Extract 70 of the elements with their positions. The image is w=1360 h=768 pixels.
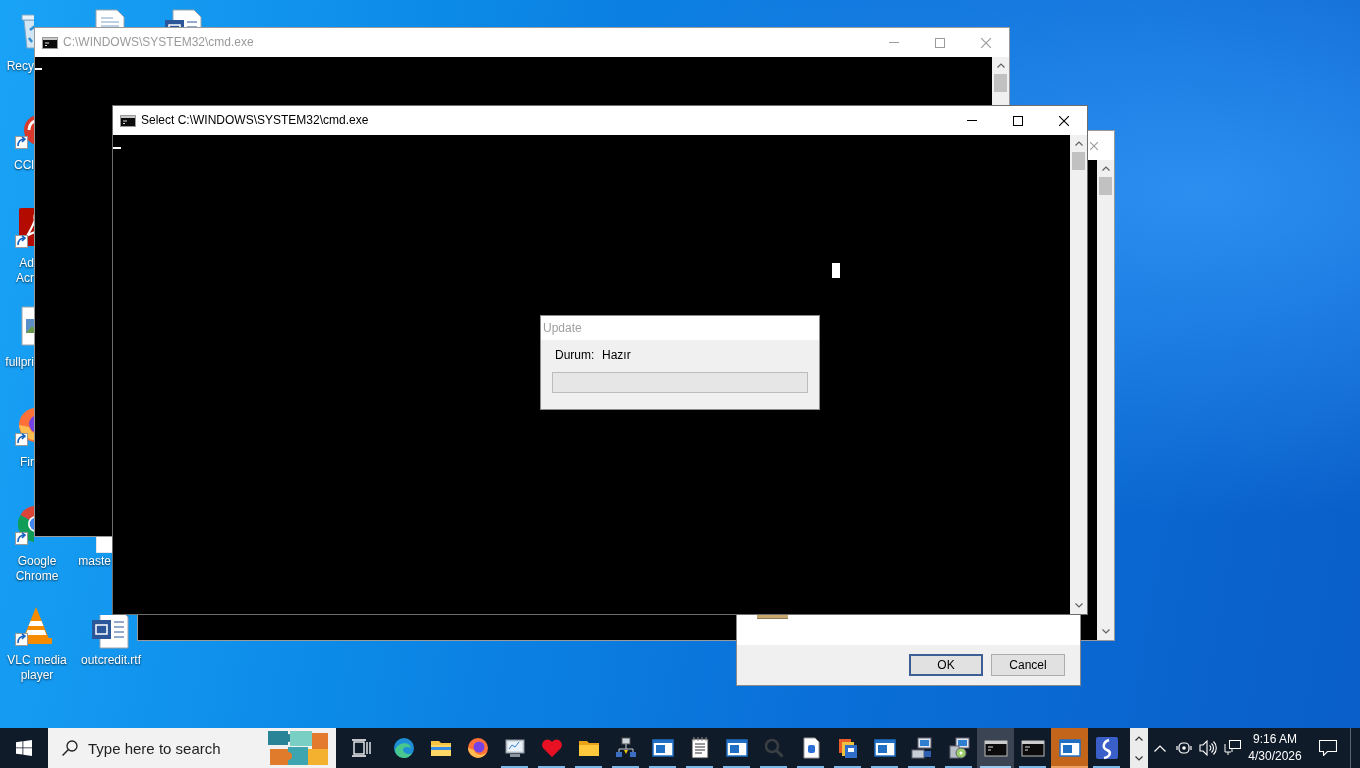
dialog-button[interactable]: Cancel	[991, 654, 1065, 676]
notification-icon	[1319, 740, 1337, 756]
maximize-icon	[1013, 115, 1023, 126]
scroll-bar[interactable]	[992, 57, 1009, 105]
scroll-thumb[interactable]	[1072, 152, 1085, 170]
monitor-chart-icon	[502, 736, 527, 760]
network-monitor-icon	[1223, 740, 1241, 756]
task-view-icon	[350, 739, 371, 757]
document-icon[interactable]	[89, 615, 131, 650]
dialog-button[interactable]: OK	[909, 654, 983, 676]
scroll-bar[interactable]	[1070, 135, 1087, 614]
window-title: C:\WINDOWS\SYSTEM32\cmd.exe	[63, 35, 254, 50]
minimize-icon	[889, 42, 899, 43]
video-camera-icon	[1176, 740, 1192, 756]
search-icon	[62, 740, 78, 756]
status-label: Durum:	[555, 348, 596, 363]
icon-label[interactable]: Recy	[6, 59, 34, 74]
icon-label[interactable]: Google Chrome	[0, 554, 74, 584]
fox-globe-icon	[465, 736, 490, 760]
scroll-bar[interactable]	[1097, 160, 1114, 640]
app-window-icon	[650, 736, 675, 760]
chevron-up-icon	[1135, 735, 1143, 741]
chevron-up-icon	[1154, 744, 1166, 752]
close-icon	[1059, 115, 1069, 126]
curve-tile-icon[interactable]	[15, 206, 34, 248]
scroll-thumb[interactable]	[1099, 177, 1112, 195]
chevron-down-icon	[1074, 603, 1083, 608]
console-icon	[42, 36, 58, 49]
scroll-thumb[interactable]	[994, 74, 1007, 92]
block-cursor	[832, 263, 840, 278]
icon-label[interactable]: fullpri	[5, 355, 34, 370]
chevron-down-icon	[1135, 755, 1143, 761]
app-window-icon	[1057, 736, 1082, 760]
taskbar-button[interactable]	[977, 728, 1014, 768]
scroll-down-button[interactable]	[1130, 748, 1148, 768]
app-window-icon	[872, 736, 897, 760]
text-cursor	[35, 68, 42, 70]
icon-label[interactable]: CCl	[14, 158, 34, 173]
partial-icon	[757, 615, 788, 619]
title-bar[interactable]: Update	[541, 316, 819, 340]
window-title: Update	[543, 320, 582, 336]
icon-label[interactable]: Ad Acr	[16, 256, 34, 286]
chevron-down-icon	[1101, 629, 1110, 634]
windows-logo-icon	[16, 740, 32, 756]
close-icon	[981, 37, 991, 48]
clock-button[interactable]: 9:16 AM 4/30/2026	[1244, 728, 1306, 768]
puzzle-icon	[266, 729, 330, 767]
installer-box-icon	[946, 736, 971, 760]
icon-label[interactable]: outcredit.rtf	[74, 653, 148, 668]
maximize-icon	[935, 37, 945, 48]
chevron-up-icon	[1074, 141, 1083, 146]
speaker-icon	[1199, 740, 1217, 756]
console-icon	[120, 114, 136, 127]
icon-label[interactable]: maste	[78, 554, 111, 569]
app-window-icon	[724, 736, 749, 760]
icon-label[interactable]: VLC media player	[0, 653, 74, 683]
icon-label[interactable]: Fir	[20, 455, 34, 470]
chevron-up-icon	[1101, 166, 1110, 171]
swirl-globe-icon	[391, 736, 416, 760]
chevron-up-icon	[996, 63, 1005, 68]
scroll-up-button[interactable]	[1130, 728, 1148, 748]
text-cursor	[113, 147, 121, 149]
network-computers-icon	[613, 736, 638, 760]
swirl-tile-icon	[1094, 736, 1119, 760]
computer-printer-icon	[909, 736, 934, 760]
window-title: Select C:\WINDOWS\SYSTEM32\cmd.exe	[141, 113, 369, 128]
status-value: Hazır	[602, 348, 631, 363]
title-bar[interactable]: Select C:\WINDOWS\SYSTEM32\cmd.exe	[113, 106, 1087, 135]
close-icon	[1090, 141, 1098, 150]
minimize-icon	[967, 120, 977, 121]
